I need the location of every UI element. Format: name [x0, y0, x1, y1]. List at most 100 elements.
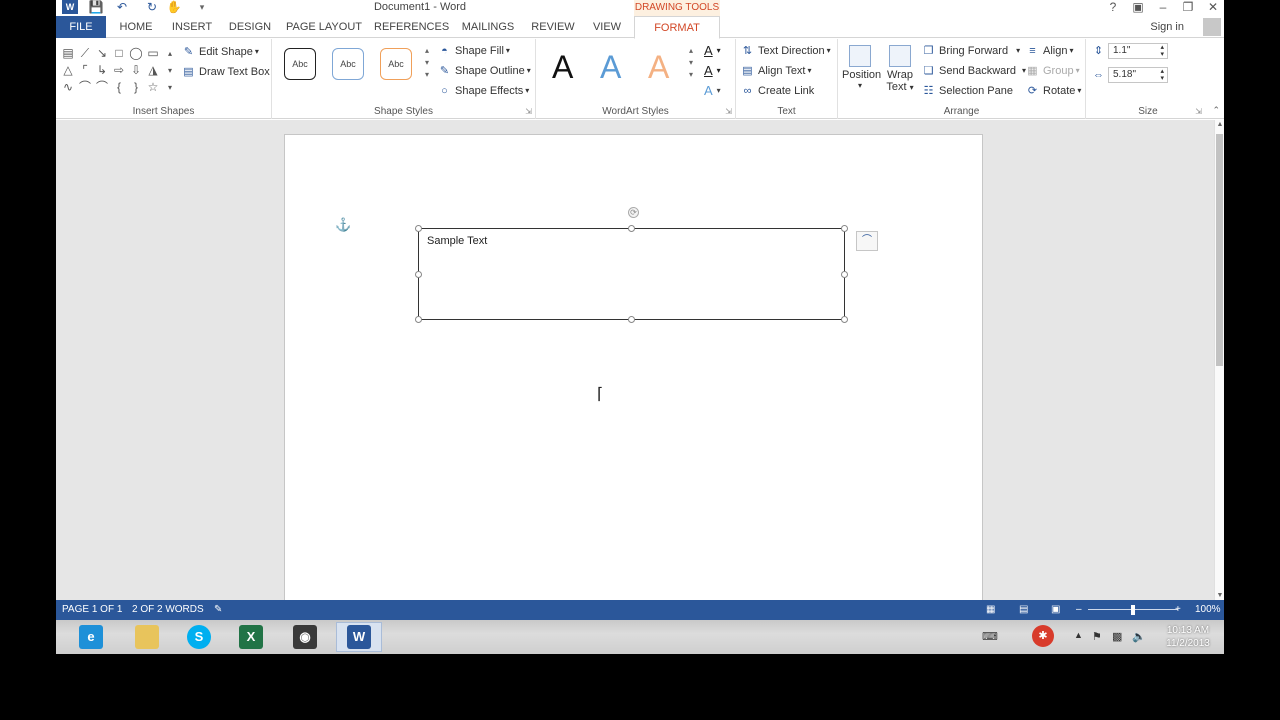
line-shape-icon[interactable]: ⟋	[77, 45, 93, 62]
anchor-icon[interactable]: ⚓	[335, 217, 351, 233]
tab-format[interactable]: FORMAT	[634, 16, 720, 39]
resize-handle-bottom-left[interactable]	[415, 316, 422, 323]
tab-insert[interactable]: INSERT	[168, 16, 216, 38]
zoom-in-icon[interactable]: +	[1175, 600, 1181, 620]
star-shape-icon[interactable]: ☆	[145, 79, 161, 96]
shape-height-input[interactable]: 1.1" ▴ ▾	[1108, 43, 1168, 59]
document-page[interactable]: ⚓ ⟳ Sample Text ⌒ ⌈	[284, 134, 983, 600]
elbow-arrow-icon[interactable]: ↳	[94, 62, 110, 79]
shape-outline-button[interactable]: ✎ Shape Outline ▾	[438, 62, 531, 80]
tab-home[interactable]: HOME	[112, 16, 160, 38]
shapes-gallery[interactable]: ▤ ⟋ ↘ □ ◯ ▭ ▴ △ ⌜ ↳ ⇨ ⇩ ◮ ▾ ∿ ⌒ ⌒ { } ☆	[60, 45, 178, 97]
dialog-launcher-icon[interactable]: ⇲	[525, 107, 532, 116]
elbow-connector-icon[interactable]: ⌜	[77, 62, 93, 79]
rounded-rectangle-shape-icon[interactable]: ▭	[145, 45, 161, 62]
tab-view[interactable]: VIEW	[586, 16, 628, 38]
redo-icon[interactable]: ↻	[144, 0, 160, 14]
collapse-ribbon-icon[interactable]: ⌃	[1212, 105, 1220, 116]
text-box[interactable]: ⟳ Sample Text	[415, 207, 848, 323]
text-effects-button[interactable]: A ▾	[704, 82, 721, 100]
curve-shape-icon[interactable]: ⌒	[77, 79, 93, 96]
scroll-down-icon[interactable]: ▼	[1215, 592, 1224, 599]
shape-styles-gallery-scroll[interactable]: ▴ ▾ ▾	[422, 45, 432, 81]
scroll-up-icon[interactable]: ▲	[1215, 121, 1224, 128]
vertical-scrollbar[interactable]: ▲ ▼	[1214, 120, 1224, 600]
right-brace-shape-icon[interactable]: }	[128, 79, 144, 96]
resize-handle-bottom[interactable]	[628, 316, 635, 323]
clock[interactable]: 10:13 AM 11/2/2013	[1156, 624, 1220, 650]
tab-mailings[interactable]: MAILINGS	[456, 16, 520, 38]
wordart-gallery-scroll[interactable]: ▴ ▾ ▾	[686, 45, 696, 81]
wordart-style-black[interactable]: A	[552, 49, 573, 86]
show-hidden-icons-icon[interactable]: ▲	[1074, 630, 1083, 640]
read-mode-icon[interactable]: ▦	[986, 600, 995, 620]
position-button[interactable]: Position ▾	[842, 45, 881, 90]
create-link-button[interactable]: ∞ Create Link	[741, 82, 815, 100]
help-icon[interactable]: ?	[1101, 0, 1125, 14]
avatar[interactable]	[1203, 18, 1221, 36]
internet-explorer-icon[interactable]: e	[68, 622, 114, 652]
shape-style-orange-outline[interactable]: Abc	[380, 48, 412, 80]
customize-qat-icon[interactable]: ▾	[196, 0, 208, 14]
tab-file[interactable]: FILE	[56, 16, 106, 38]
shape-effects-button[interactable]: ○ Shape Effects ▾	[438, 82, 529, 100]
align-button[interactable]: ≡ Align ▾	[1026, 42, 1073, 60]
callout-shape-icon[interactable]: ◮	[145, 62, 161, 79]
selection-pane-button[interactable]: ☷ Selection Pane	[922, 82, 1013, 100]
zoom-out-icon[interactable]: –	[1076, 600, 1082, 620]
tray-app-icon[interactable]: ✱	[1032, 625, 1054, 647]
save-icon[interactable]: 💾	[88, 0, 104, 14]
ribbon-display-options-icon[interactable]: ▣	[1126, 0, 1150, 14]
page-count[interactable]: PAGE 1 OF 1	[62, 600, 122, 620]
minimize-icon[interactable]: –	[1151, 0, 1175, 14]
restore-icon[interactable]: ❐	[1176, 0, 1200, 14]
edit-shape-button[interactable]: ✎ Edit Shape ▾	[182, 43, 259, 61]
skype-icon[interactable]: S	[176, 622, 222, 652]
arrow-line-shape-icon[interactable]: ↘	[94, 45, 110, 62]
down-arrow-shape-icon[interactable]: ⇩	[128, 62, 144, 79]
resize-handle-bottom-right[interactable]	[841, 316, 848, 323]
resize-handle-top-right[interactable]	[841, 225, 848, 232]
text-box-content[interactable]: Sample Text	[427, 235, 487, 247]
excel-icon[interactable]: X	[228, 622, 274, 652]
dialog-launcher-icon[interactable]: ⇲	[725, 107, 732, 116]
zoom-level[interactable]: 100%	[1195, 600, 1221, 620]
text-direction-button[interactable]: ⇅ Text Direction ▾	[741, 42, 831, 60]
rotate-handle-icon[interactable]: ⟳	[628, 207, 639, 218]
tab-design[interactable]: DESIGN	[224, 16, 276, 38]
shape-style-blue-outline[interactable]: Abc	[332, 48, 364, 80]
text-fill-button[interactable]: A ▾	[704, 42, 721, 60]
word-taskbar-icon[interactable]: W	[336, 622, 382, 652]
right-arrow-shape-icon[interactable]: ⇨	[111, 62, 127, 79]
shape-width-input[interactable]: 5.18" ▴ ▾	[1108, 67, 1168, 83]
undo-icon[interactable]: ↶	[112, 0, 132, 14]
gallery-more-icon[interactable]: ▾	[162, 79, 178, 96]
action-center-icon[interactable]: ⚑	[1092, 630, 1102, 643]
touch-mode-icon[interactable]: ✋	[166, 0, 182, 14]
zoom-slider-thumb[interactable]	[1131, 605, 1135, 615]
draw-text-box-button[interactable]: ▤ Draw Text Box	[182, 63, 269, 81]
scrollbar-thumb[interactable]	[1216, 134, 1223, 366]
word-app-icon[interactable]: W	[62, 0, 78, 14]
volume-icon[interactable]: 🔈	[1132, 630, 1146, 643]
proofing-icon[interactable]: ✎	[214, 600, 222, 620]
network-icon[interactable]: ▩	[1112, 630, 1122, 643]
shape-style-black-outline[interactable]: Abc	[284, 48, 316, 80]
file-explorer-icon[interactable]	[124, 622, 170, 652]
text-box-shape-icon[interactable]: ▤	[60, 45, 76, 62]
resize-handle-top-left[interactable]	[415, 225, 422, 232]
freeform-shape-icon[interactable]: ∿	[60, 79, 76, 96]
resize-handle-top[interactable]	[628, 225, 635, 232]
bring-forward-button[interactable]: ❐ Bring Forward ▾	[922, 42, 1021, 60]
align-text-button[interactable]: ▤ Align Text ▾	[741, 62, 811, 80]
arc-shape-icon[interactable]: ⌒	[94, 79, 110, 96]
rectangle-shape-icon[interactable]: □	[111, 45, 127, 62]
dialog-launcher-icon[interactable]: ⇲	[1195, 107, 1202, 116]
tab-references[interactable]: REFERENCES	[374, 16, 449, 38]
shape-fill-button[interactable]: ◓ Shape Fill ▾	[438, 42, 510, 60]
resize-handle-right[interactable]	[841, 271, 848, 278]
send-backward-button[interactable]: ❏ Send Backward ▾	[922, 62, 1027, 80]
sign-in-link[interactable]: Sign in	[1150, 16, 1184, 38]
layout-options-icon[interactable]: ⌒	[856, 231, 878, 251]
left-brace-shape-icon[interactable]: {	[111, 79, 127, 96]
